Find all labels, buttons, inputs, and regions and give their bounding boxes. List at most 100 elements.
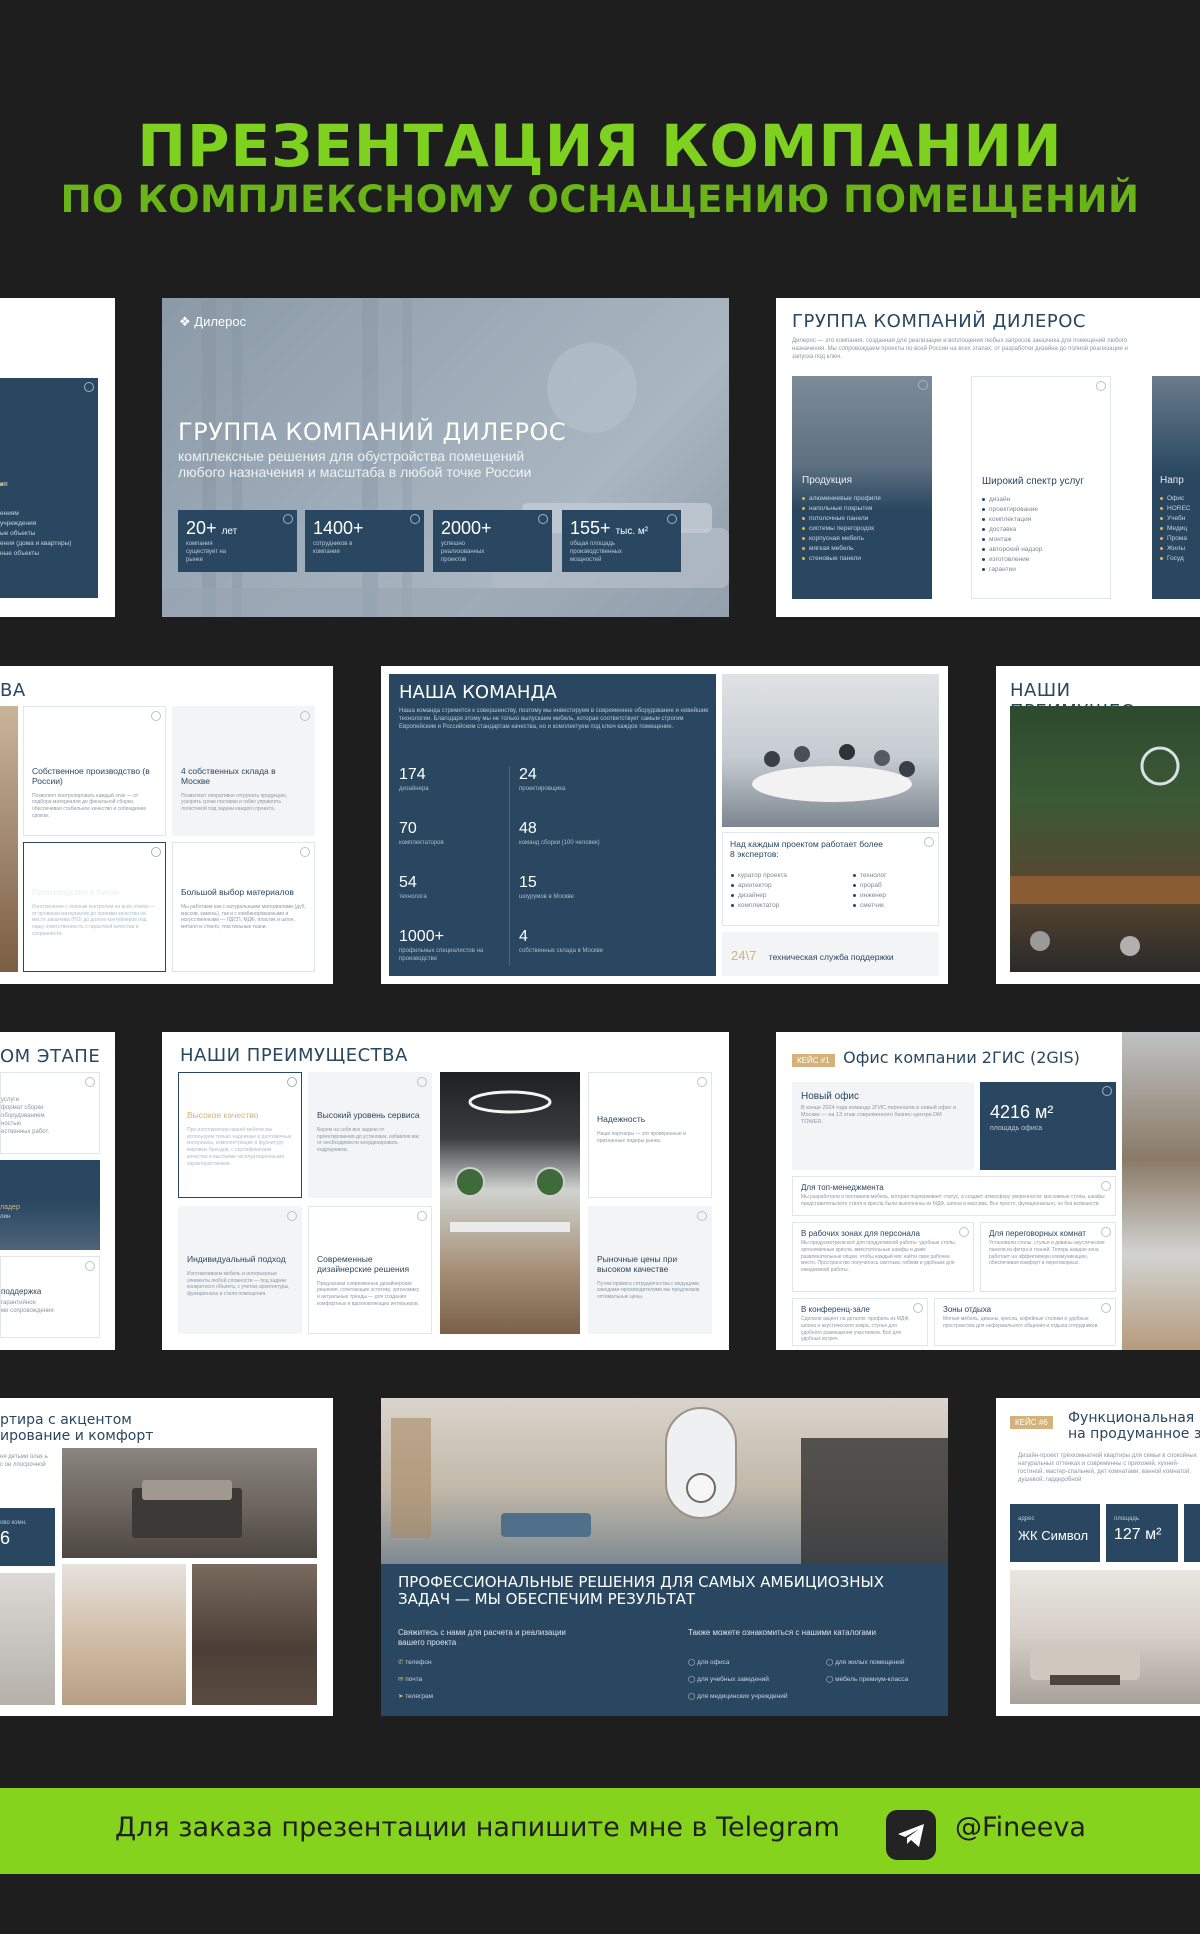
slide-title: НАШИ ПРЕИМУЩЕСТВА [180, 1045, 408, 1066]
list-item: ия [0, 481, 98, 488]
directions-card: Напр Офис HOREC Учебн Медиц Прома Жилы Г… [1152, 376, 1200, 599]
telegram-handle[interactable]: @Fineeva [955, 1812, 1086, 1843]
address-value: ЖК Символ [1018, 1528, 1089, 1543]
list-item: Госуд [1160, 555, 1190, 562]
team-meeting-photo [722, 674, 939, 827]
card-text: Берем на себя все задачи от проектирован… [317, 1126, 420, 1154]
slide-text: ня детьми олах ь с ое лпосрочной [0, 1454, 48, 1468]
card-title: Продукция [802, 475, 853, 486]
advantage-card: 4 собственных склада в Москве Позволяют о… [172, 706, 315, 836]
advantage-card: Высокое качество При изготовлении нашей м… [178, 1072, 302, 1198]
rooms-card: ово комн. 6 [0, 1508, 55, 1566]
list-item: стеновые панели [802, 555, 881, 562]
case-block: В рабочих зонах для персонала Мы предусмо… [792, 1222, 974, 1292]
slide-hero: ❖ Дилерос ГРУППА КОМПАНИЙ ДИЛЕРОС компле… [162, 298, 729, 617]
slide-intro: Дилерос — это компания, созданная для ре… [792, 338, 1128, 360]
card-text: Изготовление с полным контролем на всех … [32, 903, 156, 937]
slide-case-1: КЕЙС #1 Офис компании 2ГИС (2GIS) Новый … [776, 1032, 1200, 1350]
slide-left-1-panel: ия ениям учреждения ые объекты ения (дом… [0, 378, 98, 598]
arrow-icon [287, 1077, 297, 1087]
catalog-link[interactable]: ◯ для учебных заведений [688, 1675, 769, 1683]
advantage-card: Высокий уровень сервиса Берем на себя все… [308, 1072, 432, 1198]
stat-label: дизайнера [399, 786, 429, 792]
slide-left-1-list: ия [0, 481, 98, 488]
advantage-card: Собственное производство (в России) Позво… [23, 706, 166, 836]
arrow-icon [697, 1211, 707, 1221]
list-item: напольные покрытия [802, 505, 881, 512]
card-title: Широкий спектр услуг [982, 476, 1084, 487]
list-item: технолог [853, 872, 887, 879]
list-item: ностью [1, 1121, 22, 1127]
list-item: Учебн [1160, 515, 1190, 522]
stat-label: профильных специалистов на производстве [399, 948, 484, 962]
card-text: При изготовлении нашей мебели мы использ… [187, 1126, 292, 1167]
contact-left-title: Свяжитесь с нами для расчета и реализаци… [398, 1628, 566, 1648]
card-text: Сделали акцент на деталях: профиль из МД… [801, 1316, 910, 1343]
stat-value: 70 [399, 820, 417, 837]
footer-text: Для заказа презентации напишите мне в Te… [115, 1812, 840, 1843]
stat-value: 48 [519, 820, 537, 837]
catalog-link[interactable]: ◯ для жилых помещений [826, 1658, 904, 1666]
stat-value: 2000+ [441, 518, 492, 538]
hero-stat-card: 20+ лет компания существует на рынке [178, 510, 297, 572]
case-header: КЕЙС #6 [1010, 1412, 1053, 1430]
arrow-icon [283, 514, 293, 524]
team-stat: 54 технолога [399, 874, 427, 902]
card-text: Мы работаем как с натуральными материала… [181, 903, 306, 931]
support-text: техническая служба поддержки [768, 952, 894, 962]
stage-card: ладер лин [0, 1160, 100, 1250]
stat-label: общая площадь производственных мощностей [570, 541, 622, 563]
stat-value: 4 [519, 928, 528, 945]
lobby-illustration [391, 1407, 948, 1564]
list-item: оборудованием [1, 1113, 45, 1119]
list-item: Офис [1160, 495, 1190, 502]
list-item: лин [0, 1214, 11, 1220]
catalog-label: для медицинских учреждений [697, 1693, 788, 1700]
address-label: адрес [1018, 1516, 1035, 1522]
stat-label: компания существует на рынке [186, 541, 227, 563]
catalog-link[interactable]: ◯ мебель премиум-класса [826, 1675, 908, 1683]
card-text: Мы предусмотрели всё для продуктивной ра… [801, 1240, 957, 1274]
catalog-link[interactable]: ◯ для медицинских учреждений [688, 1692, 788, 1700]
slide-group: ГРУППА КОМПАНИЙ ДИЛЕРОС Дилерос — это ко… [776, 298, 1200, 617]
experts-list: куратор проекта архитектор дизайнер комп… [731, 869, 787, 912]
card-title: Высокий уровень сервиса [317, 1110, 420, 1120]
card-title: Напр [1160, 475, 1184, 486]
card-text: Наши партнеры — это проверенные и призна… [597, 1130, 686, 1144]
case-badge: КЕЙС #6 [1010, 1416, 1053, 1429]
catalog-icon: ◯ [688, 1693, 696, 1700]
advantage-card: Рыночные цены при высоком качестве Путем … [588, 1206, 712, 1334]
living-room-photo [1010, 1570, 1200, 1704]
card-title: Для топ-менеджмента [801, 1183, 884, 1192]
area-card: площадь 127 м² [1106, 1504, 1178, 1562]
stage-card: поддержка гарантийное ме сопровождения [0, 1256, 100, 1338]
arrow-icon [538, 514, 548, 524]
catalog-icon: ◯ [826, 1659, 834, 1666]
list-item: монтаж [982, 536, 1042, 543]
contact-label: почта [405, 1676, 423, 1683]
catalog-label: для учебных заведений [697, 1676, 769, 1683]
office-illustration [1010, 746, 1200, 956]
room-photo [0, 1573, 55, 1705]
stat-value: 54 [399, 874, 417, 891]
catalog-link[interactable]: ◯ для офиса [688, 1658, 729, 1666]
hero-subtitle-1: комплексные решения для обустройства пом… [178, 448, 525, 464]
slide-advantages: НАШИ ПРЕИМУЩЕСТВА Высокое качество При из… [162, 1032, 729, 1350]
list-item: корпусная мебель [802, 535, 881, 542]
interior-photo [440, 1072, 580, 1334]
team-stat: 24 проектировщика [519, 766, 565, 794]
office-photo [1010, 706, 1200, 972]
arrow-icon [84, 382, 94, 392]
list-item: потолочные панели [802, 515, 881, 522]
slide-title-1: Функциональная [1068, 1410, 1195, 1426]
telegram-icon[interactable] [886, 1810, 936, 1860]
area-label: площадь офиса [990, 1125, 1043, 1132]
list-item: ые объекты [0, 530, 36, 537]
card-title: В рабочих зонах для персонала [801, 1229, 920, 1238]
kids-room-photo [62, 1564, 186, 1705]
slide-left-1: ия ениям учреждения ые объекты ения (дом… [0, 298, 115, 617]
stat-label: шоурумов в Москве [519, 894, 574, 900]
wood-photo [0, 706, 18, 972]
list-item: комплектация [982, 516, 1042, 523]
list-item: учреждения [0, 520, 37, 527]
